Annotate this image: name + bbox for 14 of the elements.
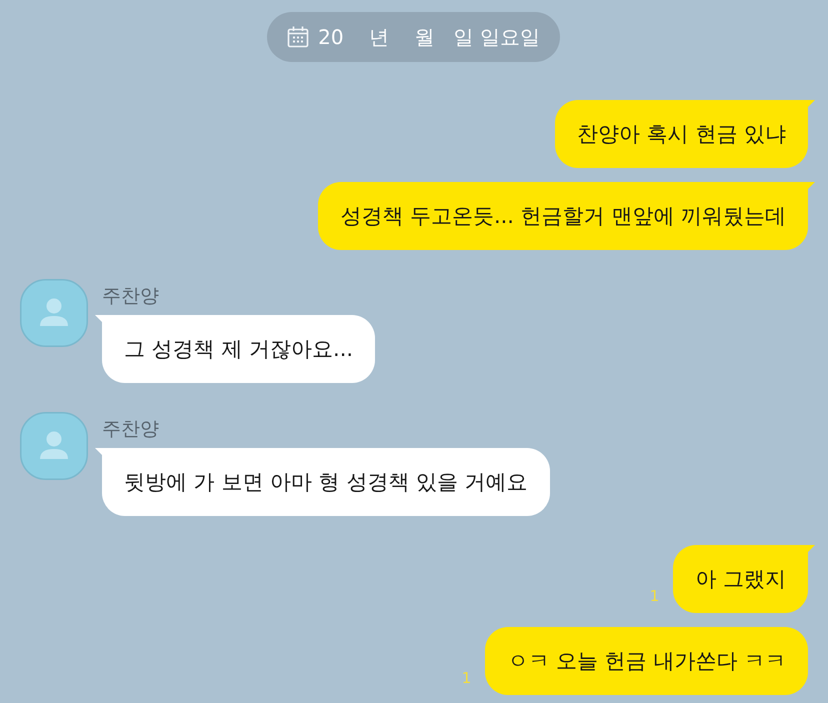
calendar-icon: [287, 26, 310, 48]
sender-name: 주찬양: [102, 417, 159, 441]
unread-count: 1: [462, 669, 472, 687]
message-bubble: 아 그랬지: [673, 545, 815, 613]
message-bubble: 뒷방에 가 보면 아마 형 성경책 있을 거예요: [95, 448, 550, 516]
message-bubble: ㅇㅋ 오늘 헌금 내가쏜다 ㅋㅋ: [485, 627, 808, 695]
message-bubble: 찬양아 혹시 현금 있냐: [554, 100, 815, 168]
avatar-icon[interactable]: [20, 412, 88, 480]
message-bubble: 그 성경책 제 거잖아요...: [95, 315, 376, 383]
date-divider: 20 년 월 일 일요일: [267, 12, 560, 62]
avatar-icon[interactable]: [20, 279, 88, 347]
sender-name: 주찬양: [102, 284, 159, 308]
message-bubble: 성경책 두고온듯... 헌금할거 맨앞에 끼워뒀는데: [318, 182, 815, 250]
unread-count: 1: [650, 587, 660, 605]
